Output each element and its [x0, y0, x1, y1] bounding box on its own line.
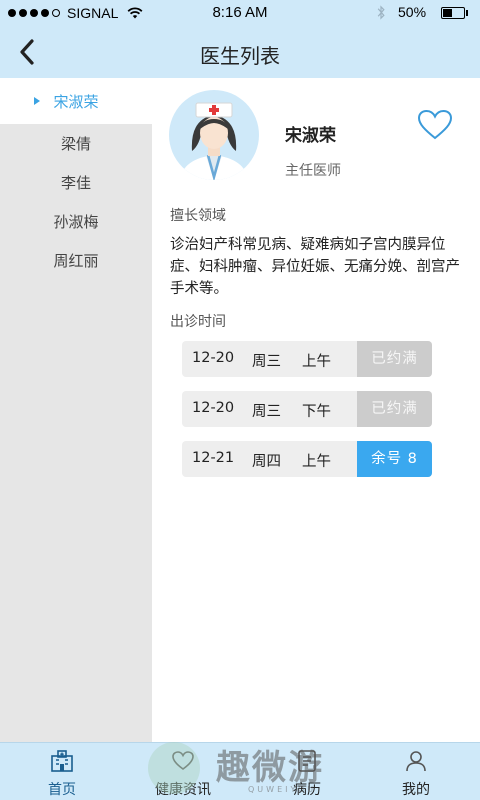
- schedule-slot: 12-21 周四 上午 余号 8: [182, 441, 432, 477]
- doctor-list-item[interactable]: 梁倩: [0, 124, 152, 163]
- record-icon: [298, 750, 316, 772]
- heart-icon: [417, 109, 453, 140]
- tab-bar: 首页 健康资讯 病历 我的: [0, 742, 480, 800]
- expertise-label: 擅长领域: [170, 208, 226, 224]
- slot-weekday: 周三: [252, 404, 281, 420]
- doctor-list-item-label: 梁倩: [60, 135, 91, 153]
- doctor-list-item[interactable]: 周红丽: [0, 241, 152, 280]
- doctor-list-item-label: 周红丽: [53, 252, 99, 270]
- tab-home[interactable]: 首页: [14, 743, 110, 800]
- slot-weekday: 周四: [252, 454, 281, 470]
- book-slot-button[interactable]: 余号 8: [357, 441, 432, 477]
- battery-tip: [466, 10, 468, 16]
- tab-label: 病历: [293, 782, 321, 798]
- selected-arrow-icon: [34, 97, 40, 105]
- slot-date: 12-20: [192, 400, 235, 416]
- favorite-button[interactable]: [417, 109, 453, 141]
- nav-bar: 医生列表: [0, 26, 480, 78]
- doctor-list-item-label: 李佳: [60, 174, 91, 192]
- doctor-avatar: [169, 90, 259, 180]
- status-bar: SIGNAL 8:16 AM 50%: [0, 0, 480, 26]
- doctor-list: 宋淑荣 梁倩 李佳 孙淑梅 周红丽: [0, 78, 152, 742]
- schedule-slot: 12-20 周三 上午 已约满: [182, 341, 432, 377]
- schedule-label: 出诊时间: [170, 314, 226, 330]
- slot-weekday: 周三: [252, 354, 281, 370]
- slot-full-badge: 已约满: [357, 391, 432, 427]
- doctor-detail: 宋淑荣 主任医师 擅长领域 诊治妇产科常见病、疑难病如子宫内膜异位症、妇科肿瘤、…: [152, 78, 480, 742]
- tab-label: 我的: [402, 782, 430, 798]
- user-icon: [406, 751, 426, 772]
- slot-date: 12-20: [192, 350, 235, 366]
- doctor-list-item-label: 孙淑梅: [53, 213, 99, 231]
- page-title: 医生列表: [200, 44, 280, 68]
- tab-label: 首页: [48, 782, 76, 798]
- tab-health-news[interactable]: 健康资讯: [135, 743, 231, 800]
- slot-period: 上午: [302, 454, 331, 470]
- doctor-list-item[interactable]: 李佳: [0, 163, 152, 202]
- schedule-slot: 12-20 周三 下午 已约满: [182, 391, 432, 427]
- doctor-list-item[interactable]: 孙淑梅: [0, 202, 152, 241]
- hospital-icon: [51, 750, 73, 772]
- doctor-title: 主任医师: [285, 163, 341, 179]
- doctor-list-item-label: 宋淑荣: [53, 92, 99, 111]
- slot-full-badge: 已约满: [357, 341, 432, 377]
- doctor-list-item[interactable]: 宋淑荣: [0, 78, 152, 124]
- doctor-name: 宋淑荣: [285, 126, 336, 146]
- expertise-text: 诊治妇产科常见病、疑难病如子宫内膜异位症、妇科肿瘤、异位妊娠、无痛分娩、剖宫产手…: [170, 237, 460, 297]
- heart-icon: [172, 751, 194, 770]
- bluetooth-icon: [377, 5, 385, 20]
- battery-percent: 50%: [398, 4, 427, 20]
- tab-records[interactable]: 病历: [259, 743, 355, 800]
- battery-level: [443, 9, 452, 17]
- slot-period: 上午: [302, 354, 331, 370]
- slot-period: 下午: [302, 404, 331, 420]
- tab-label: 健康资讯: [155, 782, 211, 798]
- slot-date: 12-21: [192, 450, 235, 466]
- tab-profile[interactable]: 我的: [368, 743, 464, 800]
- battery-icon: [441, 7, 465, 19]
